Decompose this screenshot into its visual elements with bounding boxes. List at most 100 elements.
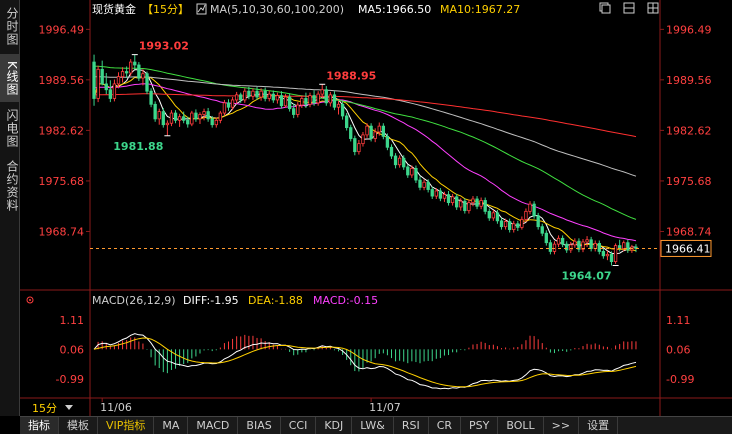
candle — [450, 193, 455, 206]
candle — [165, 120, 170, 136]
candle — [430, 186, 434, 199]
candle-body — [222, 102, 227, 114]
candle — [157, 108, 161, 125]
candle-body — [239, 94, 243, 101]
indicator-tab[interactable]: RSI — [394, 417, 429, 434]
candle-body — [548, 242, 553, 252]
candle-body — [463, 200, 467, 212]
candle-body — [524, 210, 528, 220]
candle-body — [593, 243, 597, 249]
sidebar-tab-contract-info[interactable]: 合约资料 — [0, 156, 19, 216]
macd-diff-value: DIFF:-1.95 — [183, 294, 239, 307]
candle — [446, 190, 451, 206]
indicator-tab[interactable]: BOLL — [498, 417, 544, 434]
candle — [483, 197, 487, 215]
candle — [108, 80, 112, 103]
candle-body — [308, 95, 312, 105]
candle-body — [369, 125, 373, 139]
candle — [626, 239, 630, 253]
candle-body — [402, 157, 406, 168]
indicator-tab[interactable]: PSY — [461, 417, 499, 434]
candle-body — [410, 167, 414, 176]
candle — [463, 198, 467, 214]
price-tick-label: 1982.62 — [39, 124, 85, 137]
candle-body — [499, 220, 504, 228]
candle — [512, 220, 516, 233]
candle — [499, 217, 504, 230]
grid-layout-icon[interactable] — [647, 2, 659, 14]
candle-body — [324, 89, 328, 104]
candle-body — [528, 203, 532, 212]
period-select[interactable]: 15分 — [32, 402, 57, 415]
macd-tick-label: 1.11 — [666, 314, 691, 327]
candle — [275, 92, 280, 104]
sidebar-tab-flash[interactable]: 闪电图 — [0, 104, 19, 152]
candle-body — [263, 90, 267, 99]
candle-body — [361, 134, 365, 145]
indicator-tab[interactable]: MA — [154, 417, 189, 434]
price-chart: 现货黄金 【15分】 MA(5,10,30,60,100,200) MA5:19… — [20, 0, 732, 416]
crosshair-settings-icon[interactable] — [26, 296, 34, 304]
restore-icon[interactable] — [599, 2, 611, 14]
ma-settings-icon-glyph — [197, 4, 206, 13]
candle-body — [312, 95, 316, 104]
price-tick-label: 1996.49 — [39, 23, 85, 36]
app-root: 分时图 K线图 闪电图 合约资料 现货黄金 【15分】 MA(5,10,30,6… — [0, 0, 732, 434]
candle — [324, 86, 328, 106]
ma30-line — [93, 83, 637, 242]
moving-average-lines — [93, 65, 637, 255]
candle — [605, 250, 610, 261]
indicator-tab[interactable]: 设置 — [579, 417, 619, 434]
candle-body — [373, 131, 377, 139]
price-tick-label: 1989.56 — [666, 74, 712, 87]
indicator-tab[interactable]: CR — [429, 417, 462, 434]
candle — [613, 243, 618, 264]
candle-body — [112, 83, 117, 99]
candle — [589, 236, 593, 252]
candle — [308, 92, 312, 108]
price-tick-label: 1996.49 — [666, 23, 712, 36]
candle — [381, 123, 385, 140]
candle-body — [214, 119, 218, 126]
indicator-tab[interactable]: BIAS — [238, 417, 281, 434]
maximize-icon[interactable] — [623, 2, 635, 14]
macd-tick-label: -0.99 — [56, 373, 84, 386]
candle — [112, 79, 117, 102]
candle — [267, 90, 271, 102]
candle — [353, 135, 357, 156]
indicator-tab[interactable]: >> — [544, 417, 580, 434]
sidebar-tab-kline[interactable]: K线图 — [0, 54, 19, 102]
period-dropdown-icon[interactable] — [65, 405, 73, 410]
candle-body — [544, 232, 548, 244]
candle — [438, 188, 443, 202]
candle-body — [259, 90, 263, 98]
candle-body — [116, 76, 121, 85]
candle — [393, 153, 398, 169]
candle — [361, 131, 365, 147]
candle — [251, 88, 255, 100]
candle-body — [349, 127, 353, 139]
candle-body — [389, 146, 394, 157]
indicator-tab[interactable]: VIP指标 — [98, 417, 155, 434]
sidebar-tab-timeshare[interactable]: 分时图 — [0, 2, 19, 50]
candle — [467, 199, 471, 214]
indicator-tab[interactable]: MACD — [188, 417, 239, 434]
indicator-tab[interactable]: KDJ — [316, 417, 353, 434]
candle — [129, 59, 133, 76]
price-tick-label: 1975.68 — [666, 175, 712, 188]
candle — [552, 241, 557, 255]
ma5-line — [93, 69, 637, 255]
indicator-tab[interactable]: CCI — [281, 417, 317, 434]
indicator-tab[interactable]: 模板 — [59, 417, 98, 434]
candle — [593, 240, 597, 252]
candle-body — [283, 96, 288, 107]
candle-body — [296, 104, 300, 115]
candle-body — [145, 73, 149, 92]
ma-params-label: MA(5,10,30,60,100,200) — [210, 3, 344, 16]
indicator-tab[interactable]: LW& — [352, 417, 394, 434]
ma60-line — [93, 65, 637, 220]
indicator-tab[interactable]: 指标 — [20, 417, 59, 434]
candle-body — [226, 102, 231, 108]
candle-body — [450, 196, 455, 204]
candle-body — [459, 200, 463, 208]
